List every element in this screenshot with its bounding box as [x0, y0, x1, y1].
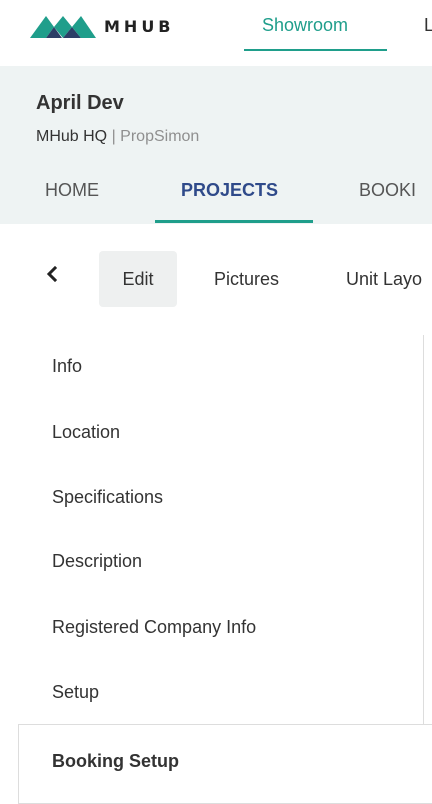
chevron-left-icon — [46, 266, 58, 282]
menu-divider — [423, 335, 424, 725]
edit-side-menu: Info Location Specifications Description… — [0, 335, 432, 804]
menu-item-specifications[interactable]: Specifications — [52, 482, 163, 512]
mhub-logo-icon — [30, 16, 96, 38]
topnav-next[interactable]: L — [424, 0, 432, 50]
menu-item-description[interactable]: Description — [52, 546, 142, 576]
project-subtitle: MHub HQ | PropSimon — [36, 128, 199, 146]
topnav-showroom[interactable]: Showroom — [262, 0, 348, 50]
tab-home[interactable]: HOME — [45, 180, 99, 201]
mhub-logo[interactable]: MHUB — [30, 11, 175, 41]
tab-active-indicator — [155, 220, 313, 223]
topnav-active-indicator — [244, 49, 387, 51]
tab-bookings[interactable]: BOOKI — [359, 180, 416, 201]
menu-item-location[interactable]: Location — [52, 417, 120, 447]
subtab-edit[interactable]: Edit — [99, 251, 177, 307]
back-button[interactable] — [40, 262, 64, 286]
subtab-unit-layouts[interactable]: Unit Layo — [346, 251, 422, 307]
project-header: April Dev MHub HQ | PropSimon HOME PROJE… — [0, 66, 432, 224]
user-name: PropSimon — [120, 128, 200, 145]
menu-item-setup[interactable]: Setup — [52, 677, 99, 707]
menu-item-booking-setup[interactable]: Booking Setup — [18, 724, 432, 804]
top-bar: MHUB Showroom L — [0, 0, 432, 64]
menu-item-info[interactable]: Info — [52, 351, 82, 381]
subtab-pictures[interactable]: Pictures — [214, 251, 279, 307]
menu-item-booking-setup-label: Booking Setup — [52, 751, 179, 771]
project-subtabs: Edit Pictures Unit Layo — [0, 240, 432, 310]
company-name: MHub HQ — [36, 128, 108, 145]
logo-text: MHUB — [104, 16, 175, 36]
subtitle-separator: | — [107, 128, 121, 145]
menu-item-registered-company-info[interactable]: Registered Company Info — [52, 612, 256, 642]
tab-projects[interactable]: PROJECTS — [181, 180, 278, 201]
project-title: April Dev — [36, 92, 124, 114]
